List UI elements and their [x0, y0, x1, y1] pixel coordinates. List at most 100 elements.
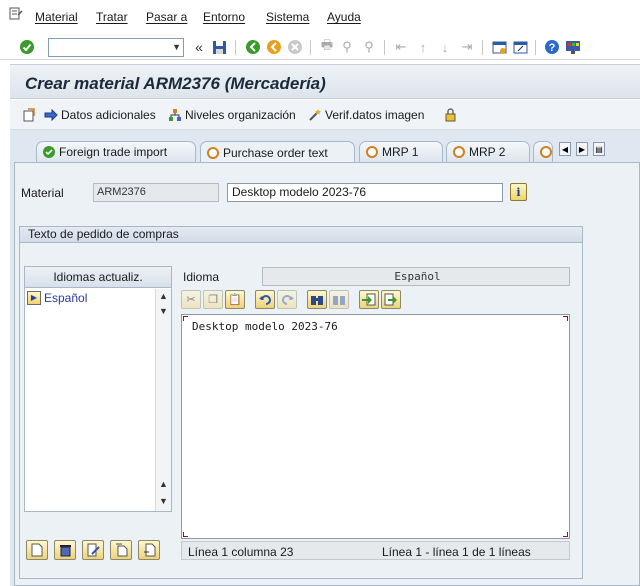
hierarchy-icon: [168, 108, 182, 122]
page-title: Crear material ARM2376 (Mercadería): [25, 74, 326, 93]
material-description-field[interactable]: Desktop modelo 2023-76: [227, 183, 503, 202]
cut-icon[interactable]: ✂: [181, 290, 201, 309]
scroll-up-icon[interactable]: ▲: [159, 479, 168, 489]
previous-page-icon[interactable]: ↑: [414, 38, 432, 56]
info-icon[interactable]: i: [510, 183, 527, 201]
tab-label: Foreign trade import: [59, 145, 168, 159]
copy-icon[interactable]: ❐: [203, 290, 223, 309]
menu-pasar-a[interactable]: Pasar a: [146, 10, 187, 24]
editor-text[interactable]: Desktop modelo 2023-76: [192, 320, 338, 333]
help-icon[interactable]: ?: [543, 38, 561, 56]
status-dot-icon: [453, 146, 465, 158]
display-change-icon[interactable]: [22, 108, 36, 122]
next-page-icon[interactable]: ↓: [436, 38, 454, 56]
tab-scroll-right-icon[interactable]: ▶: [576, 142, 588, 156]
toolbar-separator: [310, 40, 311, 55]
import-text-icon[interactable]: [359, 290, 379, 309]
menu-entorno[interactable]: Entorno: [203, 10, 245, 24]
undo-icon[interactable]: [255, 290, 275, 309]
additional-data-button[interactable]: Datos adicionales: [44, 108, 156, 122]
check-screen-data-label: Verif.datos imagen: [325, 108, 425, 122]
scroll-down-icon[interactable]: ▼: [159, 496, 168, 506]
scroll-up-icon[interactable]: ▲: [159, 291, 168, 301]
back-icon[interactable]: [244, 38, 262, 56]
org-levels-label: Niveles organización: [185, 108, 296, 122]
last-page-icon[interactable]: ⇥: [458, 38, 476, 56]
text-editor[interactable]: Desktop modelo 2023-76: [181, 314, 570, 539]
material-label: Material: [21, 186, 64, 200]
editor-status-bar: Línea 1 columna 23 Línea 1 - línea 1 de …: [181, 541, 570, 560]
tab-label: Purchase order text: [223, 145, 328, 160]
find-icon[interactable]: [307, 290, 327, 309]
languages-header: Idiomas actualiz.: [25, 267, 171, 288]
export-text-icon[interactable]: [381, 290, 401, 309]
edit-icon[interactable]: [82, 540, 104, 560]
first-page-icon[interactable]: ⇤: [392, 38, 410, 56]
menu-tratar[interactable]: Tratar: [96, 10, 128, 24]
redo-icon[interactable]: [277, 290, 297, 309]
system-menu-icon[interactable]: [9, 7, 23, 21]
copy-document-icon[interactable]: [110, 540, 132, 560]
language-field: Español: [262, 267, 570, 286]
toolbar-separator: [482, 40, 483, 55]
menu-sistema[interactable]: Sistema: [266, 10, 309, 24]
tab-foreign-trade-import[interactable]: Foreign trade import: [36, 141, 196, 162]
group-title: Texto de pedido de compras: [20, 227, 582, 243]
menu-material[interactable]: Material: [35, 10, 78, 24]
editor-corner: [563, 316, 568, 321]
languages-scrollbar[interactable]: ▲ ▼ ▲ ▼: [155, 289, 171, 511]
find-icon[interactable]: ⚲: [338, 38, 356, 56]
additional-data-label: Datos adicionales: [61, 108, 156, 122]
customize-layout-icon[interactable]: [564, 38, 582, 56]
find-next-icon[interactable]: ⚲: [360, 38, 378, 56]
double-chevron-left-icon[interactable]: «: [190, 38, 208, 56]
enter-check-icon[interactable]: [18, 38, 36, 56]
title-bar: Crear material ARM2376 (Mercadería): [10, 64, 640, 99]
paste-icon[interactable]: 📋: [225, 290, 245, 309]
check-screen-data-button[interactable]: Verif.datos imagen: [308, 108, 424, 122]
scroll-down-icon[interactable]: ▼: [159, 306, 168, 316]
material-number-field: ARM2376: [93, 183, 219, 202]
list-item[interactable]: ▶ Español: [25, 289, 155, 307]
delete-icon[interactable]: [54, 540, 76, 560]
shortcut-icon[interactable]: [511, 38, 529, 56]
menu-ayuda[interactable]: Ayuda: [327, 10, 361, 24]
toolbar-separator: [384, 40, 385, 55]
tab-mrp-1[interactable]: MRP 1: [359, 141, 443, 162]
toolbar-separator: [535, 40, 536, 55]
adopt-text-icon[interactable]: [138, 540, 160, 560]
tab-overflow[interactable]: [533, 141, 553, 162]
tab-purchase-order-text[interactable]: Purchase order text: [200, 141, 355, 163]
check-icon: [43, 146, 55, 158]
editor-corner: [563, 532, 568, 537]
cancel-icon[interactable]: [286, 38, 304, 56]
menu-bar: Material Tratar Pasar a Entorno Sistema …: [0, 0, 640, 34]
lock-icon[interactable]: [444, 108, 457, 122]
selected-row-icon: ▶: [27, 291, 41, 305]
editor-corner: [183, 316, 188, 321]
new-document-icon[interactable]: [26, 540, 48, 560]
exit-icon[interactable]: [265, 38, 283, 56]
languages-list: Idiomas actualiz. ▶ Español ▲ ▼ ▲ ▼: [24, 266, 172, 512]
wand-icon: [308, 108, 322, 122]
print-icon[interactable]: 🖶: [318, 37, 336, 56]
tab-label: MRP 1: [382, 145, 419, 159]
command-field[interactable]: ▼: [48, 38, 184, 57]
status-dot-icon: [366, 146, 378, 158]
org-levels-button[interactable]: Niveles organización: [168, 108, 296, 122]
tab-scroll-left-icon[interactable]: ◀: [559, 142, 571, 156]
standard-toolbar: ▼ « 🖶 ⚲ ⚲ ⇤ ↑ ↓ ⇥ ?: [0, 34, 640, 60]
tab-list-icon[interactable]: ▤: [593, 142, 605, 156]
status-dot-icon: [540, 146, 552, 158]
create-session-icon[interactable]: [490, 38, 508, 56]
find-next-icon[interactable]: [329, 290, 349, 309]
chevron-down-icon[interactable]: ▼: [172, 42, 181, 52]
language-name: Español: [44, 291, 88, 305]
status-dot-icon: [207, 146, 219, 159]
tab-mrp-2[interactable]: MRP 2: [446, 141, 530, 162]
svg-text:?: ?: [549, 42, 556, 54]
language-label: Idioma: [183, 270, 220, 284]
tab-label: MRP 2: [469, 145, 506, 159]
arrow-right-icon: [44, 108, 58, 122]
save-icon[interactable]: [210, 38, 228, 56]
